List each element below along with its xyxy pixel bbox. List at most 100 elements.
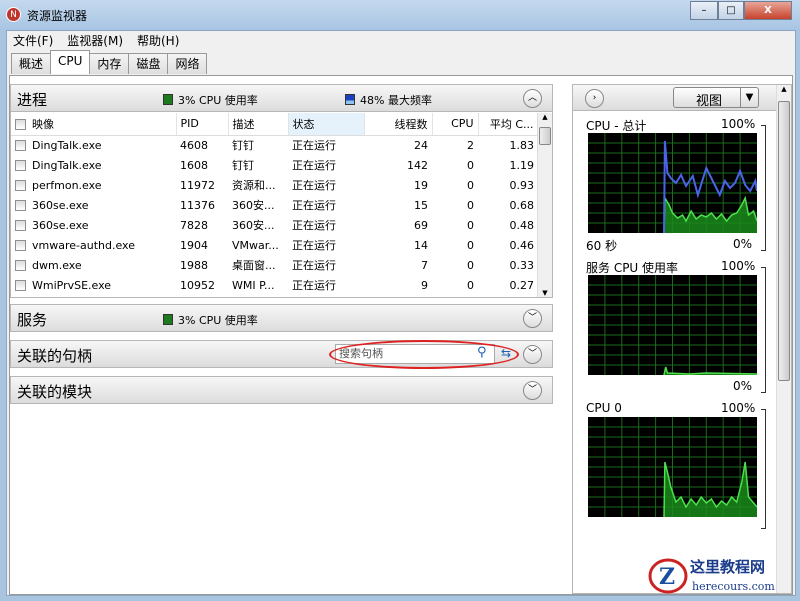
view-button[interactable]: 视图 ▼ — [673, 87, 759, 109]
cell-text: 1.19 — [509, 158, 535, 172]
cell-threads: 19 — [364, 175, 432, 195]
cell-text: 0 — [467, 238, 474, 252]
column-header-label: 线程数 — [394, 117, 428, 131]
process-checkbox[interactable] — [15, 219, 26, 231]
cell-text: 142 — [407, 158, 428, 172]
cell-description: 360安... — [228, 195, 288, 215]
modules-header[interactable]: 关联的模块 ﹀ — [10, 376, 553, 404]
process-checkbox[interactable] — [15, 259, 26, 271]
column-header-pid[interactable]: PID — [176, 113, 229, 136]
cell-status: 正在运行 — [288, 135, 364, 155]
cell-cpu: 0 — [432, 175, 478, 195]
cell-avg-cpu: 0.33 — [478, 255, 538, 275]
process-scrollbar[interactable]: ▲ ▼ — [537, 113, 552, 297]
column-header-label: 描述 — [232, 117, 255, 131]
maximize-button[interactable]: □ — [718, 1, 744, 20]
process-row[interactable]: 360se.exe 7828 360安... 正在运行 69 0 0.48 — [11, 215, 538, 235]
process-checkbox[interactable] — [15, 279, 26, 291]
cell-text: 1988 — [180, 258, 208, 272]
cell-text: 0 — [467, 178, 474, 192]
tab-disk[interactable]: 磁盘 — [128, 53, 169, 74]
expand-chevron-icon[interactable]: ﹀ — [523, 309, 542, 328]
cell-text: 正在运行 — [292, 199, 336, 212]
close-button[interactable]: X — [744, 1, 792, 20]
scroll-thumb[interactable] — [539, 127, 551, 145]
cell-image: WmiPrvSE.exe — [11, 275, 176, 295]
collapse-chevron-icon[interactable]: ︿ — [523, 89, 542, 108]
process-checkbox[interactable] — [15, 159, 26, 171]
graph-min-label: 0% — [733, 237, 753, 251]
tab-bar: 概述 CPU 内存 磁盘 网络 — [11, 50, 208, 74]
services-header[interactable]: 服务 3% CPU 使用率 ﹀ — [10, 304, 553, 332]
process-row[interactable]: dwm.exe 1988 桌面窗... 正在运行 7 0 0.33 — [11, 255, 538, 275]
cell-text: 0.68 — [509, 198, 535, 212]
column-header-threads[interactable]: 线程数 — [364, 113, 433, 136]
cell-text: 正在运行 — [292, 139, 336, 153]
graph-max-label: 100% — [721, 401, 756, 415]
tab-network[interactable]: 网络 — [167, 53, 208, 74]
cell-image: 360se.exe — [11, 195, 176, 215]
cell-avg-cpu: 0.46 — [478, 235, 538, 255]
max-frequency-legend: 48% 最大频率 — [345, 92, 432, 108]
select-all-checkbox[interactable] — [15, 118, 26, 130]
menu-bar: 文件(F) 监视器(M) 帮助(H) — [7, 31, 795, 51]
expand-right-icon[interactable]: › — [585, 89, 604, 108]
column-header-description[interactable]: 描述 — [228, 113, 289, 136]
graph-max-label: 100% — [721, 259, 756, 273]
max-frequency-text: 48% 最大频率 — [360, 94, 432, 107]
cell-pid: 1608 — [176, 155, 228, 175]
cell-cpu: 2 — [432, 135, 478, 155]
expand-chevron-icon[interactable]: ﹀ — [523, 345, 542, 364]
tab-memory[interactable]: 内存 — [89, 53, 130, 74]
cell-text: 360安... — [232, 199, 275, 212]
menu-help[interactable]: 帮助(H) — [137, 31, 179, 51]
menu-monitor[interactable]: 监视器(M) — [67, 31, 123, 51]
cell-status: 正在运行 — [288, 155, 364, 175]
process-checkbox[interactable] — [15, 139, 26, 151]
main-window: 文件(F) 监视器(M) 帮助(H) 概述 CPU 内存 磁盘 网络 进程 3%… — [6, 30, 796, 596]
tab-overview[interactable]: 概述 — [11, 53, 52, 74]
column-header-label: 状态 — [292, 117, 315, 131]
process-row[interactable]: vmware-authd.exe 1904 VMwar... 正在运行 14 0 0.46 — [11, 235, 538, 255]
cell-status: 正在运行 — [288, 255, 364, 275]
tab-content: 进程 3% CPU 使用率 48% 最大频率 ︿ 映像 PID 描述 状态 线程数 CPU… — [9, 75, 793, 595]
scroll-thumb[interactable] — [778, 101, 790, 381]
minimize-button[interactable]: – — [690, 1, 718, 20]
cell-image: dwm.exe — [11, 255, 176, 275]
cell-cpu: 0 — [432, 155, 478, 175]
dropdown-arrow-icon[interactable]: ▼ — [740, 88, 758, 107]
modules-title: 关联的模块 — [17, 383, 93, 401]
process-row[interactable]: perfmon.exe 11972 资源和... 正在运行 19 0 0.93 — [11, 175, 538, 195]
cell-avg-cpu: 1.19 — [478, 155, 538, 175]
column-header-avg-cpu[interactable]: 平均 C... — [478, 113, 539, 136]
graphs-scrollbar[interactable]: ▲ — [776, 85, 791, 593]
tab-cpu[interactable]: CPU — [50, 50, 91, 74]
cell-description: 钉钉 — [228, 135, 288, 155]
scroll-down-arrow-icon[interactable]: ▼ — [538, 289, 552, 297]
process-checkbox[interactable] — [15, 179, 26, 191]
scroll-up-arrow-icon[interactable]: ▲ — [538, 113, 552, 121]
cell-text: 正在运行 — [292, 279, 336, 292]
column-header-status[interactable]: 状态 — [288, 113, 365, 136]
process-checkbox[interactable] — [15, 239, 26, 251]
process-row[interactable]: WmiPrvSE.exe 10952 WMI P... 正在运行 9 0 0.27 — [11, 275, 538, 295]
cell-text: 正在运行 — [292, 219, 336, 232]
red-highlight-oval — [329, 340, 519, 369]
cell-description: WMI P... — [228, 275, 288, 295]
process-row[interactable]: 360se.exe 11376 360安... 正在运行 15 0 0.68 — [11, 195, 538, 215]
column-header-cpu[interactable]: CPU — [432, 113, 479, 136]
cell-text: 0.48 — [509, 218, 535, 232]
process-checkbox[interactable] — [15, 199, 26, 211]
process-row[interactable]: DingTalk.exe 4608 钉钉 正在运行 24 2 1.83 — [11, 135, 538, 155]
process-row[interactable]: DingTalk.exe 1608 钉钉 正在运行 142 0 1.19 — [11, 155, 538, 175]
column-header-image[interactable]: 映像 — [11, 113, 177, 136]
services-cpu-legend: 3% CPU 使用率 — [163, 312, 258, 328]
handles-header[interactable]: 关联的句柄 搜索句柄 ⚲ ⇆ ﹀ — [10, 340, 553, 369]
cell-threads: 15 — [364, 195, 432, 215]
processes-header[interactable]: 进程 3% CPU 使用率 48% 最大频率 ︿ — [10, 84, 553, 112]
expand-chevron-icon[interactable]: ﹀ — [523, 381, 542, 400]
menu-file[interactable]: 文件(F) — [13, 31, 53, 51]
scroll-up-arrow-icon[interactable]: ▲ — [777, 85, 791, 93]
cell-image: vmware-authd.exe — [11, 235, 176, 255]
cell-avg-cpu: 0.93 — [478, 175, 538, 195]
